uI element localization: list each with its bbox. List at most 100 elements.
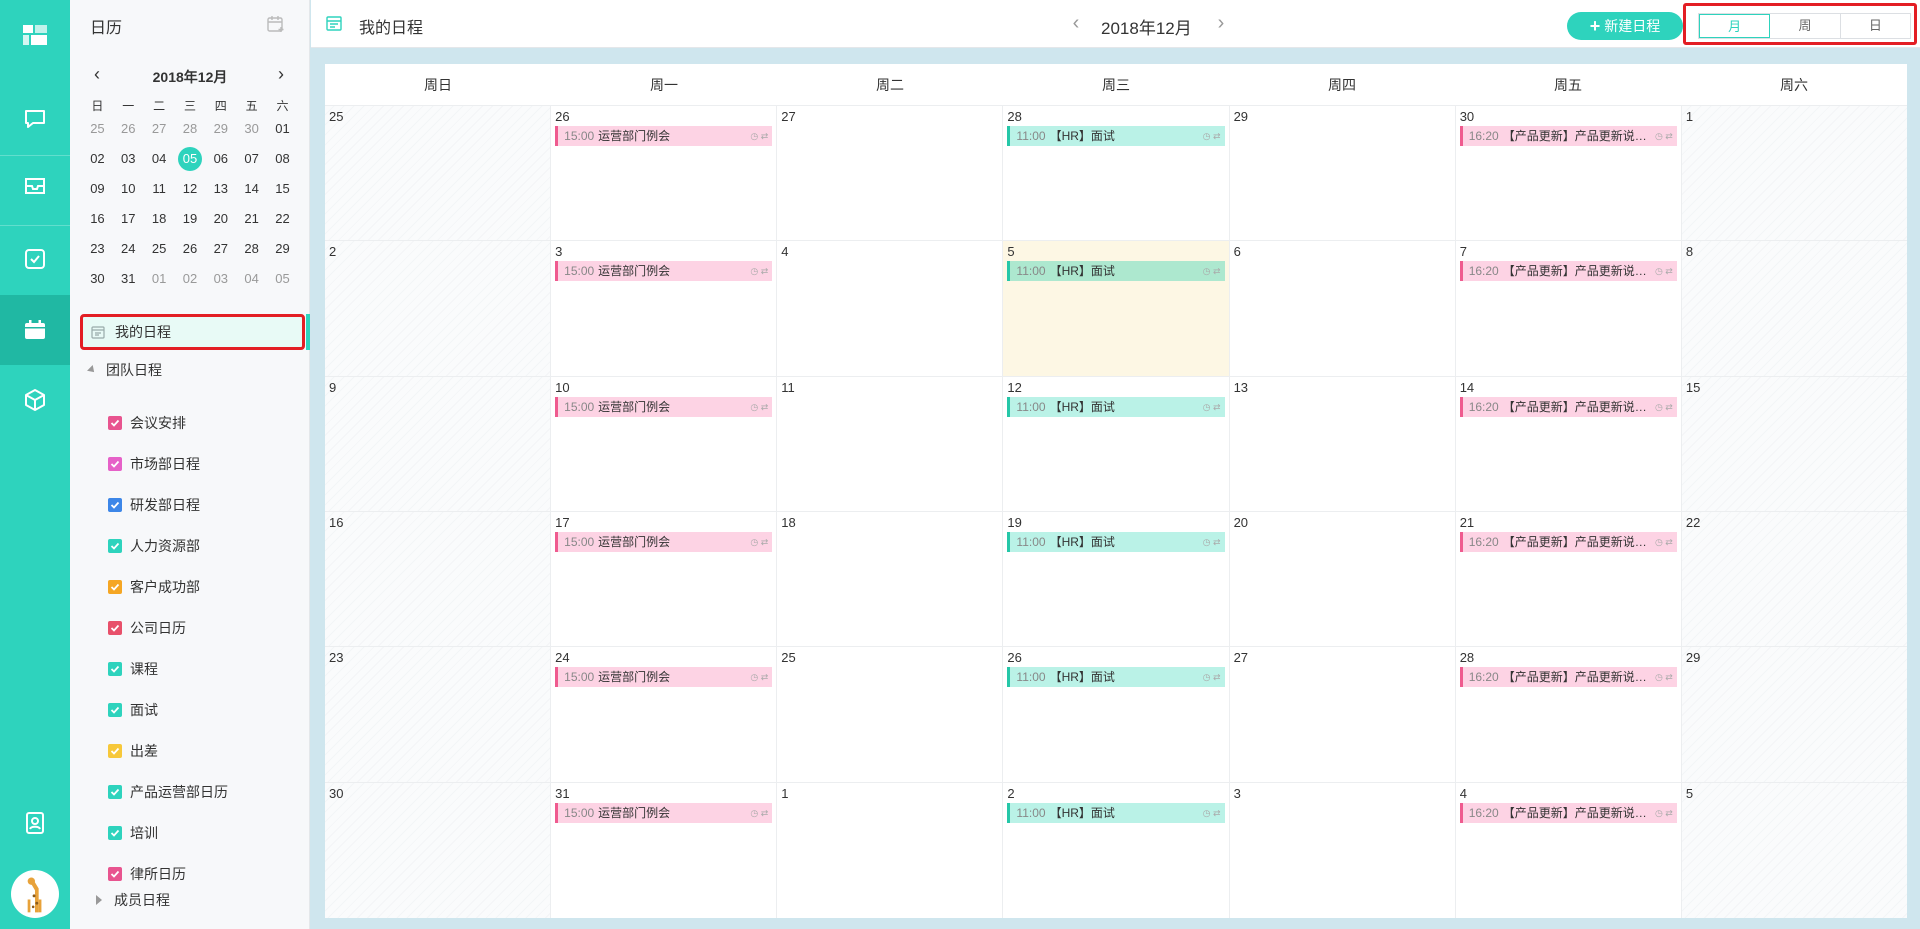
day-cell[interactable]: 2 bbox=[325, 241, 552, 376]
logo-icon[interactable] bbox=[0, 0, 70, 70]
day-cell[interactable]: 23 bbox=[325, 647, 552, 782]
event-item[interactable]: 16:20 【产品更新】产品更新说明会 ◷ ⇄ bbox=[1459, 667, 1677, 688]
team-calendar-item[interactable]: 人力资源部 bbox=[108, 525, 228, 566]
mini-day[interactable]: 21 bbox=[236, 204, 267, 234]
team-calendar-item[interactable]: 课程 bbox=[108, 648, 228, 689]
event-item[interactable]: 16:20 【产品更新】产品更新说明会 ◷ ⇄ bbox=[1459, 261, 1677, 282]
day-cell[interactable]: 11 bbox=[777, 376, 1004, 511]
day-cell[interactable]: 17 15:00 运营部门例会 ◷ ⇄ bbox=[551, 511, 778, 647]
calendar-icon[interactable] bbox=[0, 295, 70, 365]
user-avatar[interactable] bbox=[11, 870, 59, 918]
mini-day[interactable]: 28 bbox=[175, 114, 206, 144]
event-item[interactable]: 11:00 【HR】面试 ◷ ⇄ bbox=[1007, 531, 1225, 552]
contacts-icon[interactable] bbox=[0, 788, 70, 858]
day-cell[interactable]: 4 16:20 【产品更新】产品更新说明会 ◷ ⇄ bbox=[1456, 782, 1682, 918]
mini-day[interactable]: 03 bbox=[113, 144, 144, 174]
event-item[interactable]: 15:00 运营部门例会 ◷ ⇄ bbox=[555, 667, 773, 688]
mini-day[interactable]: 10 bbox=[113, 174, 144, 204]
day-cell[interactable]: 13 bbox=[1230, 376, 1456, 511]
mini-day[interactable]: 20 bbox=[205, 204, 236, 234]
mini-day[interactable]: 26 bbox=[113, 114, 144, 144]
day-cell[interactable]: 4 bbox=[777, 241, 1004, 376]
day-cell[interactable]: 25 bbox=[777, 647, 1004, 782]
mini-day[interactable]: 14 bbox=[236, 174, 267, 204]
day-cell[interactable]: 12 11:00 【HR】面试 ◷ ⇄ bbox=[1003, 376, 1230, 511]
day-cell[interactable]: 5 11:00 【HR】面试 ◷ ⇄ bbox=[1003, 241, 1230, 376]
new-schedule-button[interactable]: + 新建日程 bbox=[1567, 12, 1683, 40]
next-month-button[interactable]: › bbox=[1211, 12, 1231, 35]
day-cell[interactable]: 10 15:00 运营部门例会 ◷ ⇄ bbox=[551, 376, 778, 511]
mini-day[interactable]: 27 bbox=[144, 114, 175, 144]
mini-day[interactable]: 15 bbox=[267, 174, 298, 204]
day-cell[interactable]: 1 bbox=[1681, 106, 1907, 241]
event-item[interactable]: 11:00 【HR】面试 ◷ ⇄ bbox=[1007, 261, 1225, 282]
checkbox-checked-icon[interactable] bbox=[108, 415, 122, 430]
checkbox-checked-icon[interactable] bbox=[108, 620, 122, 635]
day-cell[interactable]: 29 bbox=[1681, 647, 1907, 782]
day-cell[interactable]: 27 bbox=[1230, 647, 1456, 782]
day-cell[interactable]: 30 16:20 【产品更新】产品更新说明会 ◷ ⇄ bbox=[1456, 106, 1682, 241]
team-calendar-item[interactable]: 市场部日程 bbox=[108, 443, 228, 484]
mini-next-month-button[interactable]: › bbox=[270, 64, 292, 86]
team-calendar-item[interactable]: 客户成功部 bbox=[108, 566, 228, 607]
event-item[interactable]: 16:20 【产品更新】产品更新说明会 ◷ ⇄ bbox=[1459, 396, 1677, 417]
mini-day[interactable]: 22 bbox=[267, 204, 298, 234]
event-item[interactable]: 16:20 【产品更新】产品更新说明会 ◷ ⇄ bbox=[1459, 531, 1677, 552]
team-calendar-item[interactable]: 产品运营部日历 bbox=[108, 771, 228, 812]
checkbox-checked-icon[interactable] bbox=[108, 825, 122, 840]
team-calendar-item[interactable]: 出差 bbox=[108, 730, 228, 771]
day-cell[interactable]: 28 16:20 【产品更新】产品更新说明会 ◷ ⇄ bbox=[1456, 647, 1682, 782]
checkbox-checked-icon[interactable] bbox=[108, 661, 122, 676]
mini-day[interactable]: 24 bbox=[113, 234, 144, 264]
day-cell[interactable]: 22 bbox=[1681, 511, 1907, 647]
team-calendar-item[interactable]: 会议安排 bbox=[108, 402, 228, 443]
event-item[interactable]: 15:00 运营部门例会 ◷ ⇄ bbox=[555, 531, 773, 552]
day-cell[interactable]: 7 16:20 【产品更新】产品更新说明会 ◷ ⇄ bbox=[1456, 241, 1682, 376]
day-cell[interactable]: 3 bbox=[1230, 782, 1456, 918]
mini-day[interactable]: 30 bbox=[236, 114, 267, 144]
mini-day[interactable]: 06 bbox=[205, 144, 236, 174]
team-calendar-item[interactable]: 公司日历 bbox=[108, 607, 228, 648]
nav-member-schedule[interactable]: 成员日程 bbox=[96, 890, 170, 910]
mini-day[interactable]: 29 bbox=[267, 234, 298, 264]
day-cell[interactable]: 27 bbox=[777, 106, 1004, 241]
mini-day[interactable]: 09 bbox=[82, 174, 113, 204]
day-cell[interactable]: 15 bbox=[1681, 376, 1907, 511]
mini-day[interactable]: 25 bbox=[144, 234, 175, 264]
mini-day[interactable]: 05 bbox=[267, 264, 298, 294]
event-item[interactable]: 16:20 【产品更新】产品更新说明会 ◷ ⇄ bbox=[1459, 126, 1677, 146]
mini-day[interactable]: 02 bbox=[175, 264, 206, 294]
checkbox-checked-icon[interactable] bbox=[108, 497, 122, 512]
mini-day[interactable]: 03 bbox=[205, 264, 236, 294]
view-button[interactable]: 周 bbox=[1770, 14, 1841, 38]
checkbox-checked-icon[interactable] bbox=[108, 456, 122, 471]
team-calendar-item[interactable]: 研发部日程 bbox=[108, 484, 228, 525]
team-calendar-item[interactable]: 律所日历 bbox=[108, 853, 228, 894]
day-cell[interactable]: 20 bbox=[1230, 511, 1456, 647]
calendar-settings-icon[interactable] bbox=[266, 14, 286, 34]
day-cell[interactable]: 14 16:20 【产品更新】产品更新说明会 ◷ ⇄ bbox=[1456, 376, 1682, 511]
mini-day[interactable]: 04 bbox=[236, 264, 267, 294]
event-item[interactable]: 15:00 运营部门例会 ◷ ⇄ bbox=[555, 126, 773, 146]
checkbox-checked-icon[interactable] bbox=[108, 743, 122, 758]
mini-day[interactable]: 18 bbox=[144, 204, 175, 234]
event-item[interactable]: 11:00 【HR】面试 ◷ ⇄ bbox=[1007, 667, 1225, 688]
day-cell[interactable]: 30 bbox=[325, 782, 552, 918]
mini-day[interactable]: 19 bbox=[175, 204, 206, 234]
day-cell[interactable]: 26 15:00 运营部门例会 ◷ ⇄ bbox=[551, 106, 778, 241]
mini-day[interactable]: 29 bbox=[205, 114, 236, 144]
checkbox-checked-icon[interactable] bbox=[108, 702, 122, 717]
day-cell[interactable]: 6 bbox=[1230, 241, 1456, 376]
day-cell[interactable]: 25 bbox=[325, 106, 552, 241]
day-cell[interactable]: 3 15:00 运营部门例会 ◷ ⇄ bbox=[551, 241, 778, 376]
nav-my-schedule[interactable]: 我的日程 bbox=[80, 314, 305, 350]
mini-day[interactable]: 01 bbox=[267, 114, 298, 144]
checkbox-checked-icon[interactable] bbox=[108, 866, 122, 881]
event-item[interactable]: 11:00 【HR】面试 ◷ ⇄ bbox=[1007, 126, 1225, 146]
mini-day[interactable]: 13 bbox=[205, 174, 236, 204]
mini-day[interactable]: 12 bbox=[175, 174, 206, 204]
mini-day[interactable]: 01 bbox=[144, 264, 175, 294]
prev-month-button[interactable]: ‹ bbox=[1066, 12, 1086, 35]
day-cell[interactable]: 28 11:00 【HR】面试 ◷ ⇄ bbox=[1003, 106, 1230, 241]
event-item[interactable]: 16:20 【产品更新】产品更新说明会 ◷ ⇄ bbox=[1459, 802, 1677, 823]
